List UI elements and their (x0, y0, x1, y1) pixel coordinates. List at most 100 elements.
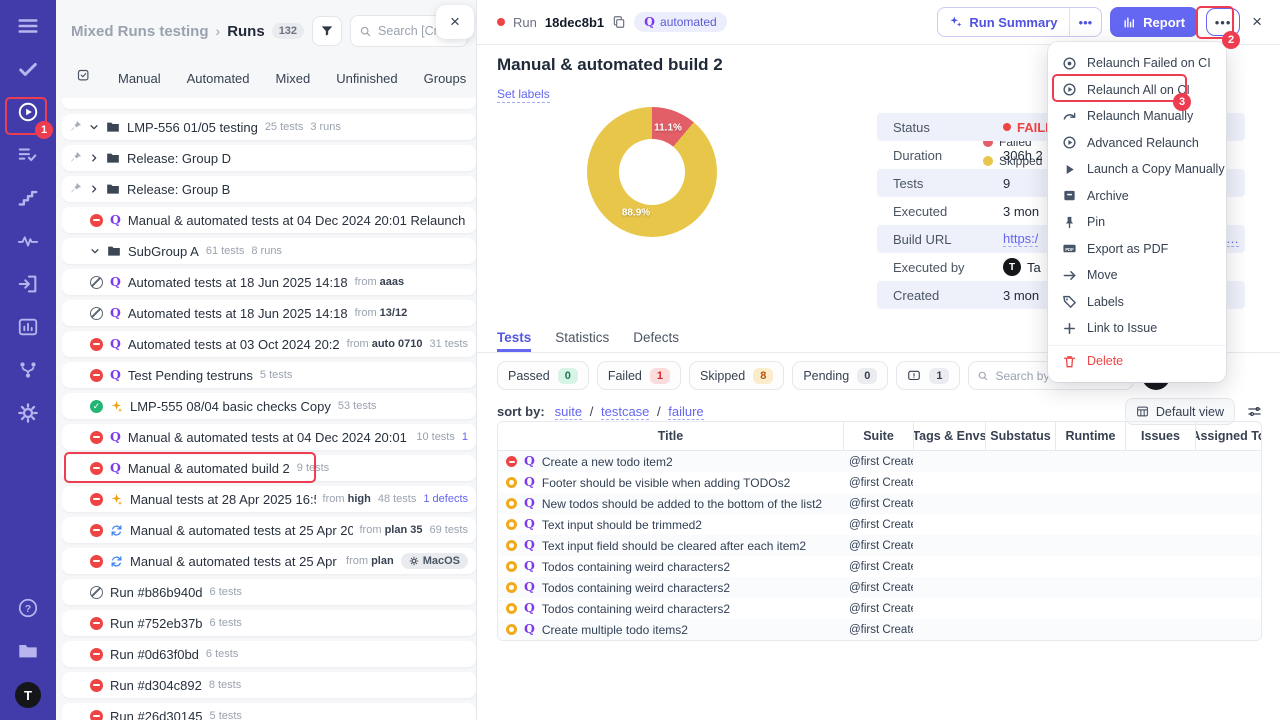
test-row[interactable]: Q Create multiple todo items2 @first Creat… (498, 619, 1261, 640)
filter-chip-pending[interactable]: Pending 0 (792, 361, 889, 390)
pdf-icon: PDF (1062, 241, 1077, 256)
close-detail-icon[interactable]: × (1248, 12, 1266, 32)
build-url-link[interactable]: https:/ (1003, 231, 1039, 247)
run-from-label: from plan 35 (359, 524, 423, 536)
list-check-icon[interactable] (16, 143, 40, 167)
comment-filter-chip[interactable]: 1 (896, 361, 961, 390)
close-panel-button[interactable]: × (436, 5, 474, 39)
menu-item-launch-a-copy-manually[interactable]: Launch a Copy Manually (1048, 156, 1226, 183)
folder-item[interactable]: SubGroup A 61 tests 8 runs (62, 238, 476, 264)
tab-statistics[interactable]: Statistics (555, 330, 609, 352)
run-list-item[interactable]: Q Manual & automated build 2 9 tests (62, 455, 476, 481)
help-icon[interactable]: ? (16, 596, 40, 620)
run-list-item[interactable]: Manual & automated tests at 25 Apr 2025 … (62, 517, 476, 543)
runs-tab-mixed[interactable]: Mixed (263, 67, 324, 90)
run-list-item[interactable]: Run #0d63f0bd 6 tests (62, 641, 476, 667)
breadcrumb-project[interactable]: Mixed Runs testing (71, 23, 209, 40)
chevron-down-icon[interactable] (89, 120, 99, 135)
copy-icon[interactable] (612, 15, 626, 29)
menu-item-link-to-issue[interactable]: Link to Issue (1048, 315, 1226, 342)
sign-in-icon[interactable] (16, 272, 40, 296)
filter-chip-passed[interactable]: Passed 0 (497, 361, 589, 390)
chevron-right-icon[interactable] (89, 151, 99, 166)
breadcrumb-section[interactable]: Runs (227, 23, 265, 40)
test-row[interactable]: Q Todos containing weird characters2 @firs… (498, 577, 1261, 598)
menu-item-advanced-relaunch[interactable]: Advanced Relaunch (1048, 130, 1226, 157)
run-list-item[interactable]: Run #752eb37b 6 tests (62, 610, 476, 636)
sort-by-suite[interactable]: suite (554, 404, 583, 420)
run-tests-count: 53 tests (337, 400, 377, 412)
menu-item-delete[interactable]: Delete (1048, 344, 1226, 374)
detail-value: 9 (1003, 175, 1011, 191)
test-row[interactable]: Q Todos containing weird characters2 @firs… (498, 556, 1261, 577)
test-status-icon-skipped (506, 519, 517, 530)
test-row[interactable]: Q Footer should be visible when adding TO… (498, 472, 1261, 493)
menu-item-relaunch-manually[interactable]: Relaunch Manually (1048, 103, 1226, 130)
test-row[interactable]: Q Todos containing weird characters2 @firs… (498, 598, 1261, 619)
run-status-icon-failed (90, 337, 103, 351)
run-list-item[interactable]: Run #b86b940d 6 tests (62, 579, 476, 605)
runs-tab-unfinished[interactable]: Unfinished (323, 67, 410, 90)
test-title-cell: Q Todos containing weird characters2 (498, 556, 843, 577)
menu-item-relaunch-failed-on-ci[interactable]: Relaunch Failed on CI (1048, 50, 1226, 77)
folder-item[interactable]: LMP-556 01/05 testing 25 tests 3 runs (62, 114, 476, 140)
test-row[interactable]: Q Text input field should be cleared afte… (498, 535, 1261, 556)
run-list-item[interactable]: Q Automated tests at 18 Jun 2025 14:18 fro… (62, 300, 476, 326)
bar-chart-icon[interactable] (16, 315, 40, 339)
menu-item-relaunch-all-on-ci[interactable]: Relaunch All on CI (1048, 77, 1226, 104)
menu-item-labels[interactable]: Labels (1048, 289, 1226, 316)
run-list-item[interactable]: Manual & automated tests at 25 Apr 2025 … (62, 548, 476, 574)
runs-tab-automated[interactable]: Automated (174, 67, 263, 90)
settings-gear-icon[interactable] (16, 401, 40, 425)
run-summary-main[interactable]: Run Summary (938, 8, 1068, 36)
test-row[interactable]: Q New todos should be added to the bottom… (498, 493, 1261, 514)
sort-by-failure[interactable]: failure (668, 404, 704, 420)
set-labels-link[interactable]: Set labels (497, 87, 550, 103)
run-list-item[interactable]: LMP-555 08/04 basic checks Copy 53 tests (62, 393, 476, 419)
run-summary-more[interactable]: ••• (1068, 8, 1102, 36)
select-all-icon[interactable] (76, 68, 91, 88)
tab-defects[interactable]: Defects (633, 330, 679, 352)
run-list-item[interactable]: Run #26d30145 5 tests (62, 703, 476, 720)
sort-by-testcase[interactable]: testcase (600, 404, 650, 420)
run-list-item[interactable]: Q Test Pending testruns 5 tests (62, 362, 476, 388)
menu-item-pin[interactable]: Pin (1048, 209, 1226, 236)
run-list-item[interactable]: Run #d304c892 8 tests (62, 672, 476, 698)
column-settings-icon[interactable] (1247, 404, 1262, 419)
run-defects-count[interactable]: 1 (462, 431, 468, 443)
run-list-item[interactable]: Manual tests at 28 Apr 2025 16:50 from hi… (62, 486, 476, 512)
filter-chip-failed[interactable]: Failed 1 (596, 361, 681, 390)
run-list-item[interactable]: Q Automated tests at 18 Jun 2025 14:18 fro… (62, 269, 476, 295)
run-list-item[interactable]: Q Automated tests at 03 Oct 2024 20:25 fro… (62, 331, 476, 357)
column-header-substatus: Substatus (985, 422, 1055, 450)
filter-chip-skipped[interactable]: Skipped 8 (689, 361, 785, 390)
filter-button[interactable] (312, 16, 343, 46)
activity-pulse-icon[interactable] (16, 229, 40, 253)
chevron-right-icon[interactable] (89, 182, 99, 197)
run-defects-count[interactable]: 1 defects (423, 493, 468, 505)
runs-play-circle-icon[interactable] (16, 100, 40, 124)
test-row[interactable]: Q Create a new todo item2 @first Create ..… (498, 451, 1261, 472)
check-icon[interactable] (16, 57, 40, 81)
run-list-item[interactable]: Q Manual & automated tests at 04 Dec 2024… (62, 424, 476, 450)
sparkles-icon (950, 16, 962, 27)
runs-tab-groups[interactable]: Groups (411, 67, 476, 90)
menu-item-move[interactable]: Move (1048, 262, 1226, 289)
run-status-icon-failed (90, 678, 103, 692)
report-button[interactable]: Report (1110, 7, 1199, 37)
branch-icon[interactable] (16, 358, 40, 382)
user-avatar[interactable]: T (15, 682, 41, 708)
folder-item[interactable]: Release: Group D (62, 145, 476, 171)
menu-item-export-as-pdf[interactable]: PDF Export as PDF (1048, 236, 1226, 263)
empty-cell (1195, 451, 1261, 472)
tab-tests[interactable]: Tests (497, 330, 532, 352)
projects-folder-icon[interactable] (16, 639, 40, 663)
test-row[interactable]: Q Text input should be trimmed2 @first Cre… (498, 514, 1261, 535)
chevron-down-icon[interactable] (90, 244, 100, 259)
runs-tab-manual[interactable]: Manual (105, 67, 174, 90)
run-list-item[interactable]: Q Manual & automated tests at 04 Dec 2024… (62, 207, 476, 233)
menu-icon[interactable] (16, 14, 40, 38)
steps-icon[interactable] (16, 186, 40, 210)
menu-item-archive[interactable]: Archive (1048, 183, 1226, 210)
folder-item[interactable]: Release: Group B (62, 176, 476, 202)
